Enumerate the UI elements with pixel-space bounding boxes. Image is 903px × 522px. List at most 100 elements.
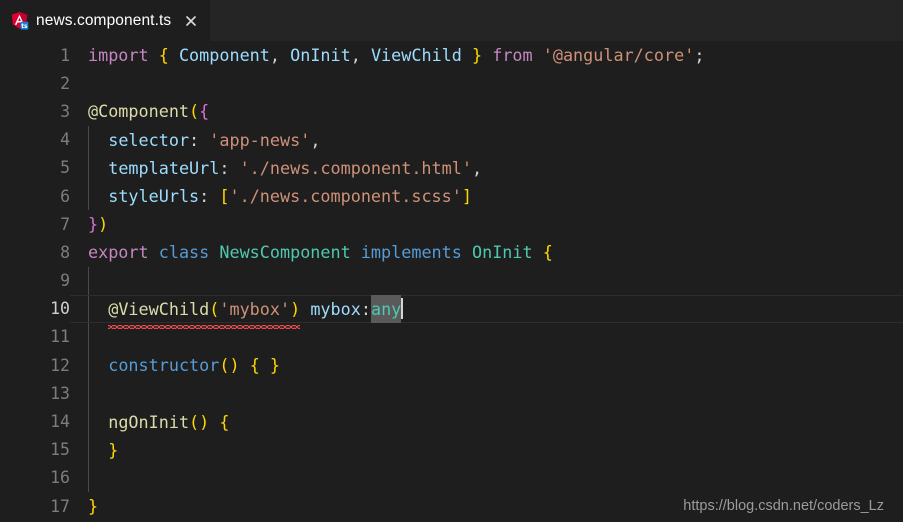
- token-component: Component: [178, 45, 270, 66]
- code-line[interactable]: 16: [0, 463, 903, 492]
- token-brace-open: {: [199, 101, 210, 122]
- code-line-content[interactable]: [70, 266, 903, 295]
- code-tokens: ngOnInit() {: [88, 408, 229, 436]
- code-line[interactable]: 9: [0, 266, 903, 295]
- code-tokens: import { Component, OnInit, ViewChild } …: [88, 41, 704, 69]
- code-line-content[interactable]: selector: 'app-news',: [70, 125, 903, 154]
- token-viewchild: ViewChild: [370, 45, 462, 66]
- svg-text:ts: ts: [21, 24, 28, 30]
- token-paren-open: (: [209, 298, 220, 319]
- code-line-content[interactable]: }): [70, 210, 903, 238]
- code-line[interactable]: 4 selector: 'app-news',: [0, 125, 903, 154]
- editor-tab-label: news.component.ts: [36, 11, 172, 29]
- code-line-content[interactable]: @Component({: [70, 97, 903, 125]
- token-brace-close: }: [88, 496, 99, 517]
- code-line-content[interactable]: styleUrls: ['./news.component.scss']: [70, 181, 903, 211]
- indent-guide: [88, 379, 89, 408]
- code-line-content[interactable]: ngOnInit() {: [70, 407, 903, 436]
- code-line[interactable]: 5 templateUrl: './news.component.html',: [0, 153, 903, 182]
- token-class: class: [158, 242, 210, 263]
- token-colon: :: [189, 129, 200, 150]
- code-line-content[interactable]: constructor() { }: [70, 351, 903, 380]
- code-line-content[interactable]: [70, 379, 903, 408]
- code-line-current[interactable]: 10 @ViewChild('mybox') mybox:any: [0, 294, 903, 329]
- code-line[interactable]: 12 constructor() { }: [0, 351, 903, 380]
- code-line-content[interactable]: import { Component, OnInit, ViewChild } …: [70, 41, 903, 69]
- code-line[interactable]: 1 import { Component, OnInit, ViewChild …: [0, 41, 903, 69]
- code-tokens: }): [88, 210, 108, 238]
- code-line-content[interactable]: }: [70, 435, 903, 464]
- code-tokens: selector: 'app-news',: [88, 126, 320, 154]
- token-oninit: OnInit: [290, 45, 351, 66]
- code-line-content[interactable]: export class NewsComponent implements On…: [70, 238, 903, 266]
- code-line[interactable]: 13: [0, 379, 903, 408]
- token-prop-styleurls: styleUrls: [108, 186, 200, 207]
- code-line-content[interactable]: [70, 69, 903, 97]
- token-string-mybox: 'mybox': [219, 298, 291, 319]
- selected-text-any[interactable]: any: [370, 294, 402, 323]
- code-line[interactable]: 14 ngOnInit() {: [0, 407, 903, 436]
- code-tokens: constructor() { }: [88, 351, 280, 379]
- indent-guide: [88, 463, 89, 492]
- line-number: 5: [60, 158, 70, 178]
- code-line-content[interactable]: [70, 463, 903, 492]
- code-line[interactable]: 7 }): [0, 210, 903, 238]
- angular-typescript-icon: ts: [10, 11, 29, 30]
- code-line-content[interactable]: @ViewChild('mybox') mybox:any: [70, 294, 903, 329]
- text-cursor: [401, 297, 404, 319]
- token-import: import: [88, 45, 149, 66]
- token-comma: ,: [350, 45, 361, 66]
- code-line[interactable]: 2: [0, 69, 903, 97]
- token-prop-templateurl: templateUrl: [108, 157, 220, 178]
- code-tokens: @ViewChild('mybox') mybox:any: [88, 294, 404, 329]
- line-number: 15: [50, 440, 70, 460]
- code-line[interactable]: 6 styleUrls: ['./news.component.scss']: [0, 181, 903, 211]
- error-squiggle-underline: @ViewChild('mybox'): [108, 295, 301, 329]
- code-line[interactable]: 3 @Component({: [0, 97, 903, 125]
- line-number: 10: [50, 299, 70, 319]
- token-prop-mybox: mybox: [310, 298, 361, 319]
- line-number: 12: [50, 355, 70, 375]
- token-comma: ,: [269, 45, 280, 66]
- token-class-name: NewsComponent: [219, 242, 351, 263]
- token-export: export: [88, 242, 149, 263]
- token-string-app-news: 'app-news': [209, 129, 311, 150]
- code-editor-area[interactable]: 1 import { Component, OnInit, ViewChild …: [0, 41, 903, 522]
- code-line[interactable]: 8 export class NewsComponent implements …: [0, 238, 903, 266]
- token-implements: implements: [360, 242, 462, 263]
- token-semicolon: ;: [694, 45, 705, 66]
- code-tokens: styleUrls: ['./news.component.scss']: [88, 182, 472, 210]
- line-number: 8: [60, 242, 70, 262]
- token-brace-open: {: [158, 45, 169, 66]
- code-line[interactable]: 15 }: [0, 435, 903, 464]
- token-brace-close: }: [88, 214, 99, 235]
- line-number: 1: [60, 45, 70, 65]
- editor-tab-news-component-ts[interactable]: ts news.component.ts: [0, 0, 211, 41]
- line-number: 17: [50, 496, 70, 516]
- token-interface-name: OnInit: [471, 242, 533, 263]
- close-icon[interactable]: [183, 13, 199, 29]
- token-colon: :: [360, 298, 371, 319]
- vscode-editor-window: ts news.component.ts 1 import { Componen…: [0, 0, 903, 522]
- token-comma: ,: [310, 129, 321, 150]
- token-decorator-viewchild: @ViewChild: [108, 298, 210, 319]
- code-line-content[interactable]: templateUrl: './news.component.html',: [70, 153, 903, 182]
- line-number: 6: [60, 186, 70, 206]
- token-paren-open: (: [189, 101, 200, 122]
- indent-guide: [88, 266, 89, 295]
- token-constructor: constructor: [108, 355, 220, 376]
- token-colon: :: [219, 157, 230, 178]
- token-brace-close: }: [108, 439, 119, 460]
- token-prop-selector: selector: [108, 129, 190, 150]
